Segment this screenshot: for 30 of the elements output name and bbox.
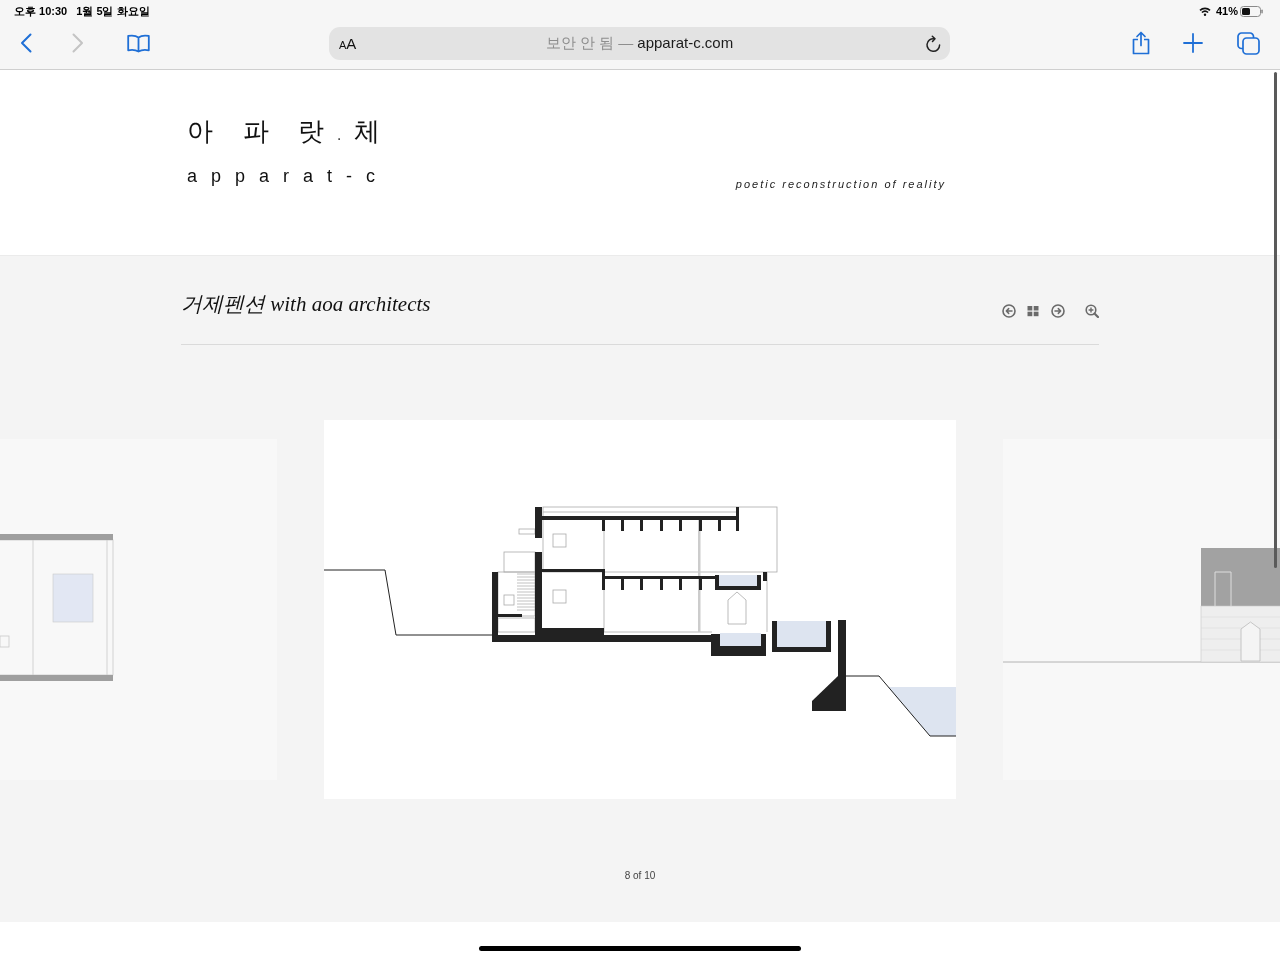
battery-icon xyxy=(1240,5,1263,17)
site-tagline: poetic reconstruction of reality xyxy=(735,177,946,191)
security-warning: 보안 안 됨 — xyxy=(545,33,634,54)
overlapping-squares-icon xyxy=(1236,31,1260,55)
reload-icon xyxy=(925,34,942,53)
zoom-in-icon xyxy=(1085,304,1099,318)
thumbnails-button[interactable] xyxy=(1027,305,1039,317)
circle-arrow-right-icon xyxy=(1051,304,1065,318)
battery-percent: 41% xyxy=(1215,3,1238,19)
chevron-left-icon xyxy=(20,33,32,53)
wifi-icon xyxy=(1198,6,1211,16)
grid-icon xyxy=(1027,305,1039,317)
previous-button[interactable] xyxy=(1002,304,1016,318)
site-logo-korean: 아 파 랏.체 xyxy=(187,115,391,147)
gallery-title: 거제펜션 with aoa architects xyxy=(181,291,431,317)
address-bar[interactable]: AA 보안 안 됨 — apparat-c.com xyxy=(329,27,950,60)
chevron-right-icon xyxy=(72,33,84,53)
next-button[interactable] xyxy=(1051,304,1065,318)
url-text: apparat-c.com xyxy=(637,33,734,54)
open-book-icon xyxy=(126,33,150,53)
reload-button[interactable] xyxy=(925,34,942,53)
circle-arrow-left-icon xyxy=(1002,304,1016,318)
status-date: 1월 5일 화요일 xyxy=(76,3,150,19)
text-size-button[interactable]: AA xyxy=(339,36,373,51)
share-icon xyxy=(1131,31,1151,55)
status-time: 오후 10:30 xyxy=(14,3,68,19)
site-logo-latin: a p p a r a t - c xyxy=(187,165,380,187)
zoom-button[interactable] xyxy=(1085,304,1099,318)
slide-counter: 8 of 10 xyxy=(624,870,656,882)
plus-icon xyxy=(1183,33,1203,53)
